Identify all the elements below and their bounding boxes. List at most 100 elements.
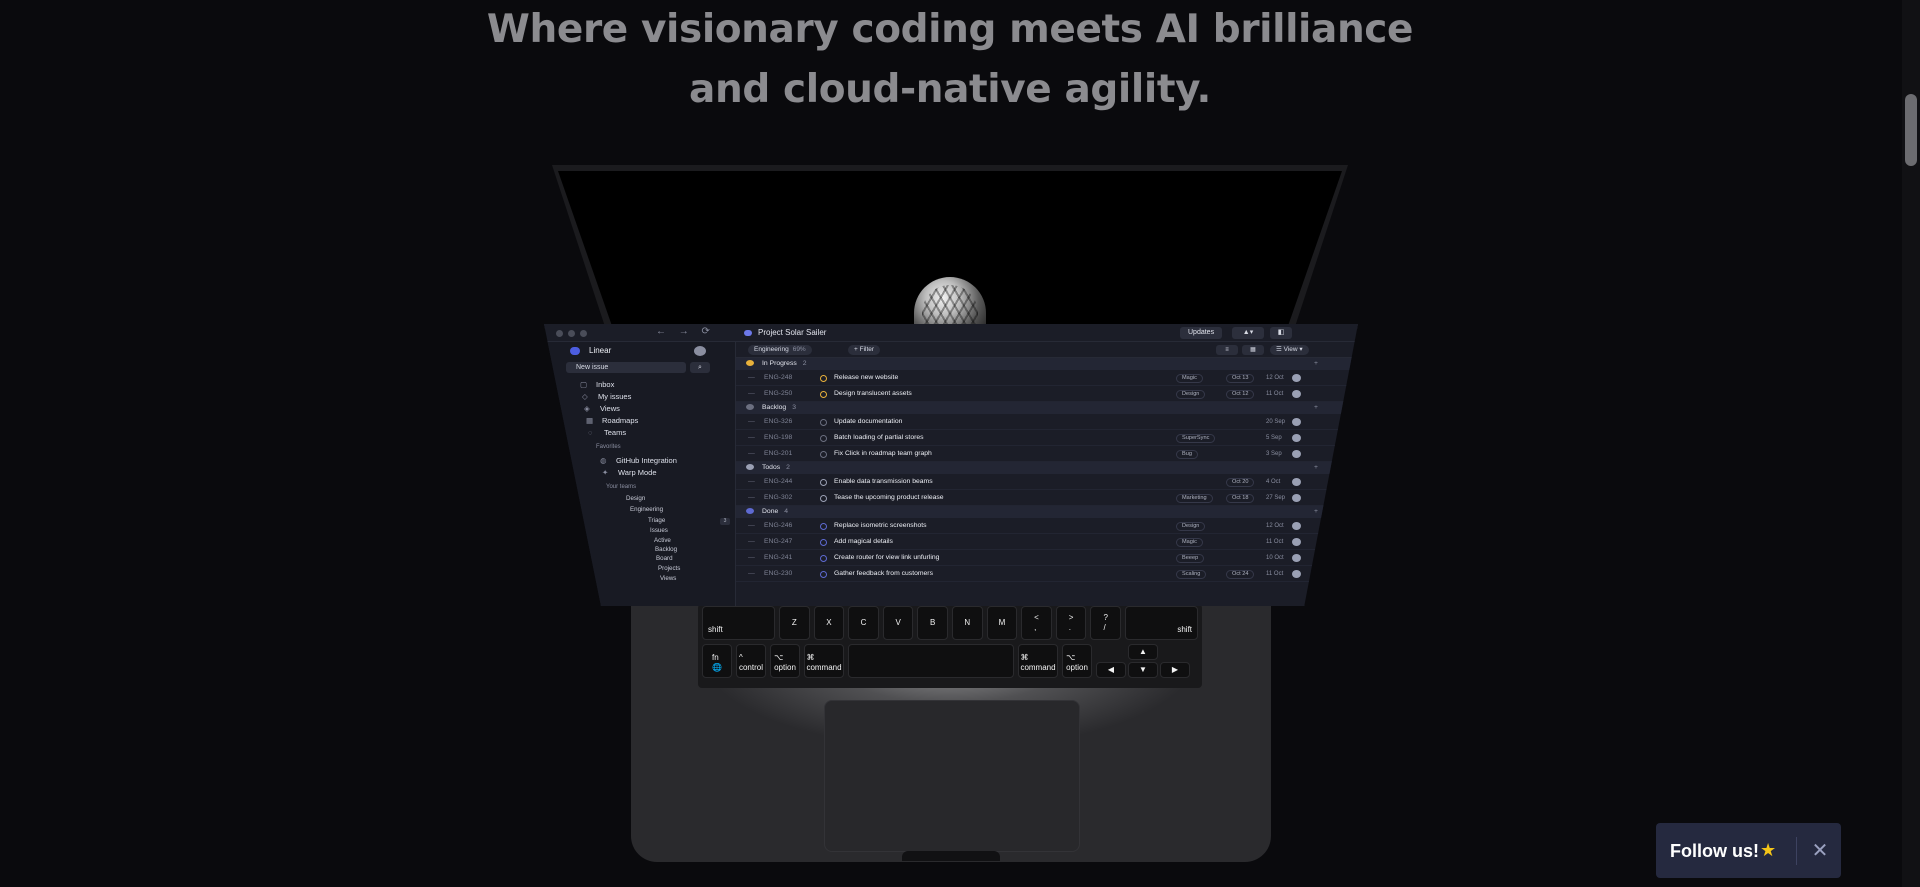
issue-due-date: Oct 12 [1226,390,1255,399]
add-issue-icon: + [1314,464,1318,471]
layout-toggle-icon: ◧ [1270,327,1292,339]
workspace-brand: Linear [570,346,611,355]
keyboard-row-letters: shift Z X C V B N M < , > . ? / shift [702,606,1199,640]
team-item-issues: Issues [650,527,668,534]
issue-label: Magic [1176,538,1203,547]
keyboard-row-modifiers: fn 🌐 ^ control ⌥ option ⌘ command ⌘ comm… [702,644,1198,678]
key-shift-right: shift [1124,606,1199,640]
priority-icon: — [748,434,755,441]
issue-id: ENG-230 [764,570,793,577]
close-icon[interactable]: ✕ [1808,837,1832,865]
project-title-text: Project Solar Sailer [758,328,827,337]
group-name: Backlog [762,404,787,411]
toast-divider [1796,837,1797,865]
new-issue-button: New issue [566,362,686,373]
group-count: 2 [786,464,790,471]
github-icon: ◍ [600,456,607,465]
issue-status-icon [820,523,827,530]
hero-heading-line-2: and cloud-native agility. [689,67,1211,112]
issue-due-date: Oct 13 [1226,374,1255,383]
issue-created-date: 12 Oct [1266,375,1284,381]
sidebar-item-label: My issues [598,392,632,401]
key-option-right: ⌥ option [1062,644,1092,678]
issue-status-icon [820,495,827,502]
team-chip: Engineering 69% [748,345,812,355]
priority-icon: — [748,418,755,425]
window-dot [556,330,563,337]
laptop-notch [902,851,1000,861]
issue-title: Create router for view link unfurling [834,554,940,561]
team-item-views: Views [660,575,677,582]
search-icon: ⌕ [690,362,710,373]
favorites-heading: Favorites [596,444,621,450]
sidebar-item-label: Warp Mode [618,468,657,477]
key-fn: fn 🌐 [702,644,732,678]
view-options-label: View [1283,346,1298,353]
follow-us-label[interactable]: Follow us! [1670,841,1759,862]
issue-title: Release new website [834,374,899,381]
issue-label: Beeep [1176,554,1205,563]
issue-created-date: 5 Sep [1266,435,1282,441]
issue-created-date: 3 Sep [1266,451,1282,457]
issue-title: Fix Click in roadmap team graph [834,450,932,457]
issue-created-date: 11 Oct [1266,539,1284,545]
issue-label: SuperSync [1176,434,1216,443]
key-comma: < , [1021,606,1052,640]
issue-id: ENG-201 [764,450,793,457]
issue-due-date: Oct 20 [1226,478,1255,487]
issue-title: Replace isometric screenshots [834,522,927,529]
scrollbar-thumb[interactable] [1905,94,1917,166]
key-shift-left: shift [702,606,776,640]
warp-icon: ✦ [602,468,609,477]
sidebar-item-teams: ◌ Teams [588,428,626,437]
sidebar-item-label: Teams [604,428,627,437]
linear-app-window: ← → ⟳ Project Solar Sailer Updates ▲▾ ◧ … [544,324,1358,606]
key-command-left: ⌘ command [804,644,844,678]
issue-title: Gather feedback from customers [834,570,933,577]
sidebar-item-github-integration: ◍ GitHub Integration [600,456,677,465]
issue-label: Magic [1176,374,1203,383]
issue-title: Enable data transmission beams [834,478,933,485]
sidebar-item-label: GitHub Integration [616,456,677,465]
issue-due-date: Oct 18 [1226,494,1255,503]
board-view-icon: ▦ [1242,345,1264,355]
key-command-right: ⌘ command [1018,644,1058,678]
issue-row: — ENG-230 Gather feedback from customers Sc… [736,566,1358,582]
issue-title: Update documentation [834,418,903,425]
avatar [1292,374,1301,382]
page-scrollbar[interactable] [1902,0,1920,887]
add-issue-icon: + [1314,404,1318,411]
team-chip-percent: 69% [792,346,806,353]
sidebar-item-label: Roadmaps [602,416,639,425]
navigation-arrows-icon: ← → ⟳ [656,326,715,337]
issue-group-header: In Progress 2 + [736,358,1358,370]
status-icon [746,360,754,367]
arrow-keys: ▲ ◀ ▼ ▶ [1096,644,1190,678]
issue-group-header: Backlog 3 + [736,402,1358,414]
issue-title: Add magical details [834,538,893,545]
issue-label: Design [1176,390,1206,399]
add-issue-icon: + [1314,360,1318,367]
key-n: N [952,606,983,640]
group-name: In Progress [762,360,797,367]
issue-row: — ENG-241 Create router for view link unfu… [736,550,1358,566]
key-space [848,644,1014,678]
key-c: C [848,606,879,640]
issue-title: Batch loading of partial stores [834,434,924,441]
key-slash: ? / [1090,606,1121,640]
view-options-button: ☰ View ▾ [1270,345,1309,355]
filter-bar: Engineering 69% + Filter ≡ ▦ ☰ View ▾ [736,342,1358,358]
issue-row: — ENG-248 Release new website Magic Oct 13 12… [736,370,1358,386]
status-icon [746,508,754,515]
team-item-triage: Triage [648,517,666,524]
app-sidebar: Linear New issue ⌕ ▢ Inbox ◇ My issues ◈ Vi… [544,342,736,606]
issue-created-date: 27 Sep [1266,495,1286,501]
bell-icon: ▲▾ [1232,327,1264,339]
key-arrow-left: ◀ [1096,662,1126,678]
sidebar-item-label: Views [600,404,620,413]
list-view-icon: ≡ [1216,345,1238,355]
issue-id: ENG-326 [764,418,793,425]
follow-us-toast[interactable]: Follow us! ★ ✕ [1656,823,1841,878]
issue-created-date: 11 Oct [1266,391,1284,397]
priority-icon: — [748,450,755,457]
